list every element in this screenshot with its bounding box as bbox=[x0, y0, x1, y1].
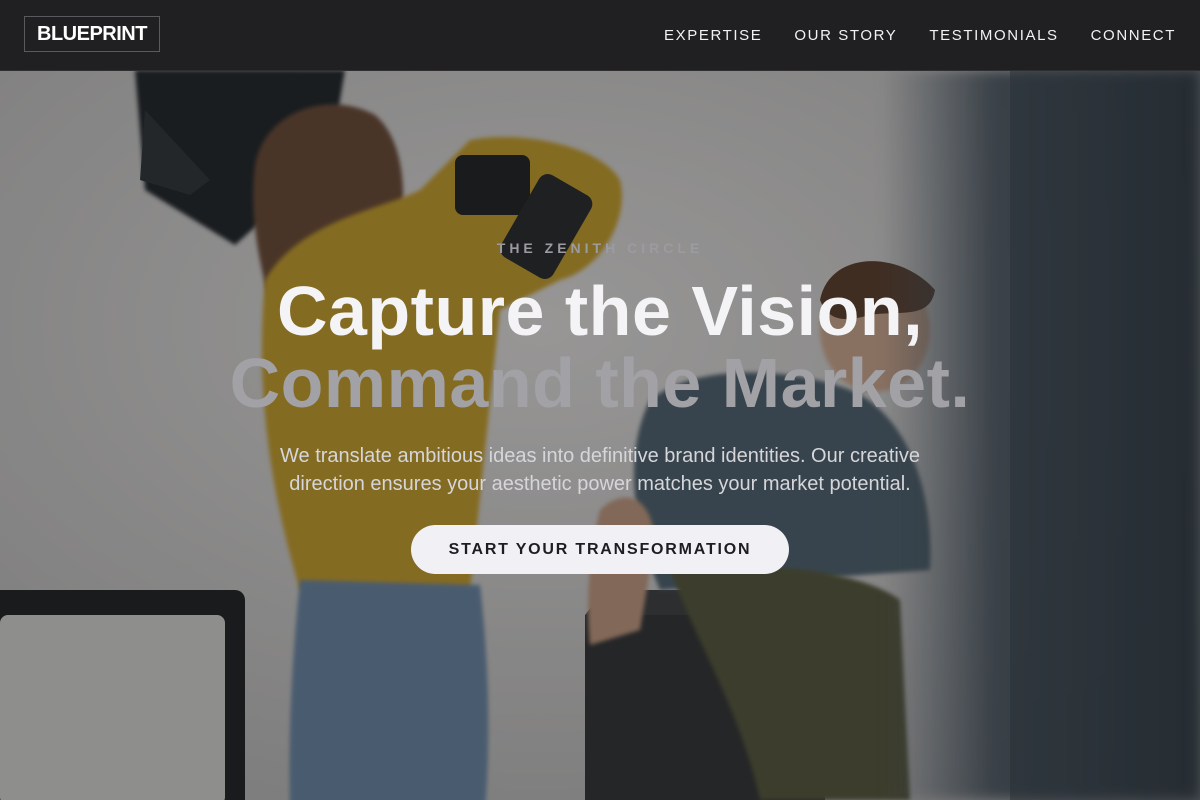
nav-link-our-story[interactable]: OUR STORY bbox=[794, 27, 897, 44]
top-navbar: BLUEPRINT EXPERTISE OUR STORY TESTIMONIA… bbox=[0, 0, 1200, 71]
landing-page: BLUEPRINT EXPERTISE OUR STORY TESTIMONIA… bbox=[0, 0, 1200, 800]
hero-headline-line-1: Capture the Vision, bbox=[276, 272, 924, 350]
nav-link-expertise[interactable]: EXPERTISE bbox=[664, 27, 762, 44]
nav-link-connect[interactable]: CONNECT bbox=[1091, 27, 1176, 44]
brand-logo[interactable]: BLUEPRINT bbox=[24, 16, 160, 52]
hero-subtitle: We translate ambitious ideas into defini… bbox=[280, 445, 920, 495]
hero-section: THE ZENITH CIRCLE Capture the Vision, Co… bbox=[0, 70, 1200, 800]
main-nav: EXPERTISE OUR STORY TESTIMONIALS CONNECT bbox=[664, 0, 1176, 70]
nav-link-testimonials[interactable]: TESTIMONIALS bbox=[929, 27, 1058, 44]
hero-dark-overlay bbox=[0, 70, 1200, 800]
hero-eyebrow: THE ZENITH CIRCLE bbox=[496, 240, 704, 256]
hero-headline-line-2: Command the Market. bbox=[229, 344, 971, 422]
start-transformation-button[interactable]: START YOUR TRANSFORMATION bbox=[411, 525, 789, 574]
